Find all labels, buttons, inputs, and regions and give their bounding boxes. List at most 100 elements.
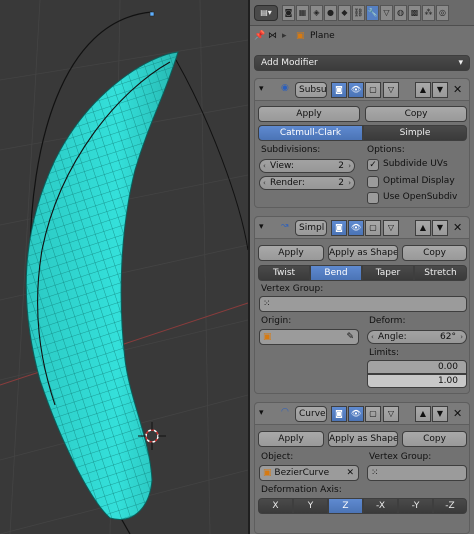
move-down-icon[interactable]: ▼	[432, 406, 448, 422]
curve-name-field[interactable]: Curve	[295, 406, 327, 422]
on-cage-icon[interactable]: ▽	[383, 220, 399, 236]
tab-twist[interactable]: Twist	[258, 265, 310, 281]
curve-object-field[interactable]: ▣ BezierCurve ✕	[259, 465, 359, 481]
tab-bend[interactable]: Bend	[310, 265, 362, 281]
move-up-icon[interactable]: ▲	[415, 406, 431, 422]
tab-simple[interactable]: Simple	[363, 125, 467, 141]
tab-catmull-clark[interactable]: Catmull-Clark	[258, 125, 363, 141]
tab-taper[interactable]: Taper	[362, 265, 414, 281]
constraints-icon[interactable]: ⛓	[352, 5, 365, 21]
modifiers-icon[interactable]: 🔧	[366, 5, 379, 21]
world-icon[interactable]: ●	[324, 5, 337, 21]
realtime-display-icon[interactable]: 👁	[348, 82, 364, 98]
render-levels-field[interactable]: ‹ Render: 2 ›	[259, 176, 355, 190]
increment-icon[interactable]: ›	[348, 160, 351, 172]
curve-handle-point[interactable]	[149, 11, 155, 17]
decrement-icon[interactable]: ‹	[371, 331, 374, 343]
move-down-icon[interactable]: ▼	[432, 82, 448, 98]
editmode-display-icon[interactable]: ▢	[365, 406, 381, 422]
render-toggle-icon[interactable]: ◙	[331, 220, 347, 236]
viewport-canvas[interactable]	[0, 0, 248, 534]
move-up-icon[interactable]: ▲	[415, 220, 431, 236]
simple-deform-copy-button[interactable]: Copy	[402, 245, 467, 261]
physics-icon[interactable]: ◎	[436, 5, 449, 21]
scene-icon[interactable]: ◈	[310, 5, 323, 21]
limit-min-field[interactable]: 0.00	[367, 360, 467, 374]
collapse-arrow-icon[interactable]: ▾	[259, 408, 264, 418]
texture-icon[interactable]: ▩	[408, 5, 421, 21]
optimal-display-checkbox[interactable]	[367, 176, 379, 188]
tab-stretch[interactable]: Stretch	[414, 265, 467, 281]
subsurf-header: ▾ ◉ Subsu ◙ 👁 ▢ ▽ ▲ ▼ ✕	[255, 79, 469, 101]
curve-apply-button[interactable]: Apply	[258, 431, 324, 447]
subsurf-type-icon: ◉	[281, 83, 289, 93]
decrement-icon[interactable]: ‹	[263, 160, 266, 172]
close-icon[interactable]: ✕	[453, 407, 462, 420]
vertex-group-field[interactable]: ⁙	[259, 296, 467, 312]
realtime-display-icon[interactable]: 👁	[348, 220, 364, 236]
collapse-arrow-icon[interactable]: ▾	[259, 84, 264, 94]
render-toggle-icon[interactable]: ◙	[331, 406, 347, 422]
axis-neg-z-button[interactable]: -Z	[433, 498, 467, 514]
chevron-down-icon: ▾	[458, 58, 463, 68]
pin-icon[interactable]: 📌	[254, 31, 265, 41]
close-icon[interactable]: ✕	[453, 221, 462, 234]
axis-neg-x-button[interactable]: -X	[363, 498, 398, 514]
clear-icon[interactable]: ✕	[346, 466, 354, 480]
view-levels-field[interactable]: ‹ View: 2 ›	[259, 159, 355, 173]
3d-viewport[interactable]	[0, 0, 248, 534]
vertex-group-label: Vertex Group:	[261, 284, 324, 294]
curve-vertex-group-field[interactable]: ⁙	[367, 465, 467, 481]
options-label: Options:	[367, 145, 405, 155]
subdivide-uvs-checkbox[interactable]: ✓	[367, 159, 379, 171]
object-cube-icon: ▣	[296, 31, 305, 41]
subsurf-copy-button[interactable]: Copy	[365, 106, 467, 122]
editmode-display-icon[interactable]: ▢	[365, 220, 381, 236]
use-opensubdiv-checkbox[interactable]	[367, 192, 379, 204]
axis-x-button[interactable]: X	[258, 498, 293, 514]
close-icon[interactable]: ✕	[453, 83, 462, 96]
render-layers-icon[interactable]: ▦	[296, 5, 309, 21]
axis-z-button[interactable]: Z	[328, 498, 363, 514]
mesh-data-icon: ⋈	[268, 31, 277, 41]
increment-icon[interactable]: ›	[348, 177, 351, 189]
origin-object-field[interactable]: ▣ ✎	[259, 329, 359, 345]
curve-object-value: BezierCurve	[274, 468, 330, 478]
curve-apply-as-shape-button[interactable]: Apply as Shape ...	[328, 431, 398, 447]
breadcrumb: 📌 ⋈ ▸ ▣ Plane	[250, 27, 474, 49]
subdivisions-label: Subdivisions:	[261, 145, 321, 155]
subsurf-apply-button[interactable]: Apply	[258, 106, 360, 122]
angle-field[interactable]: ‹ Angle: 62° ›	[367, 330, 467, 344]
data-icon[interactable]: ▽	[380, 5, 393, 21]
particles-icon[interactable]: ⁂	[422, 5, 435, 21]
on-cage-icon[interactable]: ▽	[383, 406, 399, 422]
render-toggle-icon[interactable]: ◙	[331, 82, 347, 98]
subsurf-modifier-panel: ▾ ◉ Subsu ◙ 👁 ▢ ▽ ▲ ▼ ✕ Apply Copy Catmu…	[254, 78, 470, 208]
move-down-icon[interactable]: ▼	[432, 220, 448, 236]
decrement-icon[interactable]: ‹	[263, 177, 266, 189]
editor-type-icon[interactable]: ▤▾	[254, 5, 278, 21]
add-modifier-dropdown[interactable]: Add Modifier ▾	[254, 55, 470, 71]
eyedropper-icon[interactable]: ✎	[346, 330, 354, 344]
editmode-display-icon[interactable]: ▢	[365, 82, 381, 98]
object-icon[interactable]: ◆	[338, 5, 351, 21]
vertex-group-icon: ⁙	[263, 299, 271, 309]
simple-deform-apply-button[interactable]: Apply	[258, 245, 324, 261]
move-up-icon[interactable]: ▲	[415, 82, 431, 98]
simple-deform-apply-as-shape-button[interactable]: Apply as Shape ...	[328, 245, 398, 261]
collapse-arrow-icon[interactable]: ▾	[259, 222, 264, 232]
render-icon[interactable]: ◙	[282, 5, 295, 21]
limit-max-field[interactable]: 1.00	[367, 374, 467, 388]
on-cage-icon[interactable]: ▽	[383, 82, 399, 98]
deformation-axis-label: Deformation Axis:	[261, 485, 342, 495]
curve-header: ▾ ◠ Curve ◙ 👁 ▢ ▽ ▲ ▼ ✕	[255, 403, 469, 425]
axis-y-button[interactable]: Y	[293, 498, 328, 514]
axis-neg-y-button[interactable]: -Y	[398, 498, 433, 514]
simple-deform-name-field[interactable]: Simpl	[295, 220, 327, 236]
curve-copy-button[interactable]: Copy	[402, 431, 467, 447]
realtime-display-icon[interactable]: 👁	[348, 406, 364, 422]
increment-icon[interactable]: ›	[460, 331, 463, 343]
material-icon[interactable]: ◍	[394, 5, 407, 21]
properties-editor: ▤▾ ◙ ▦ ◈ ● ◆ ⛓ 🔧 ▽ ◍ ▩ ⁂ ◎ 📌 ⋈ ▸ ▣ Plane…	[250, 0, 474, 534]
subsurf-name-field[interactable]: Subsu	[295, 82, 327, 98]
